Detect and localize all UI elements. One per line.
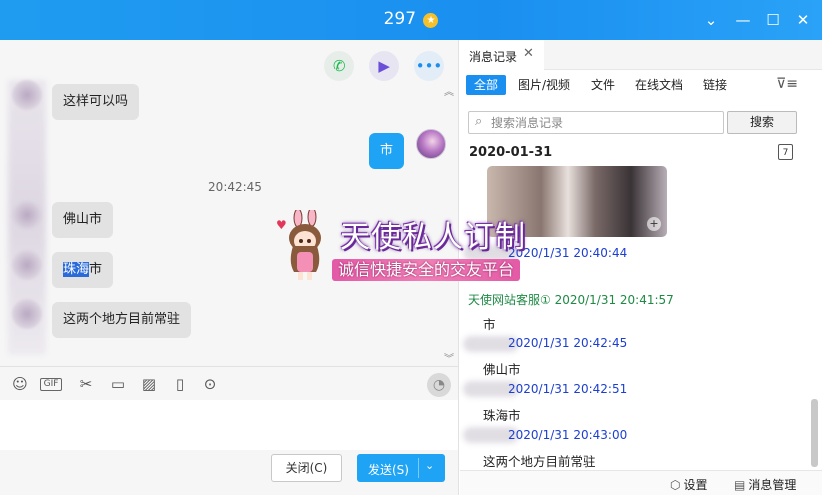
avatar — [12, 250, 42, 280]
send-separator — [418, 458, 419, 478]
close-button[interactable]: 关闭(C) — [271, 454, 342, 482]
panel-footer: ⬡ 设置 ▤ 消息管理 — [460, 470, 822, 495]
message-meta: 2020/1/31 20:42:51 — [508, 382, 628, 396]
avatar — [12, 299, 42, 329]
title-bar: 297 ★ ⌄ — ☐ ✕ — [0, 0, 822, 40]
close-window-button[interactable]: ✕ — [793, 10, 813, 30]
scissors-icon[interactable]: ✂ — [76, 374, 96, 394]
vibrate-icon[interactable]: ▯ — [170, 374, 190, 394]
message-manage-button[interactable]: ▤ 消息管理 — [734, 476, 796, 493]
message-time: 20:42:45 — [208, 180, 262, 194]
filter-docs[interactable]: 在线文档 — [635, 75, 683, 95]
selected-text: 珠海 — [63, 262, 90, 277]
banner-subtitle: 诚信快捷安全的交友平台 — [332, 259, 521, 281]
send-label: 发送(S) — [368, 463, 409, 477]
minimize-button[interactable]: — — [733, 10, 753, 30]
filter-all[interactable]: 全部 — [466, 75, 507, 95]
message-input[interactable] — [0, 400, 458, 450]
search-button[interactable]: 搜索 — [727, 111, 797, 134]
avatar — [12, 80, 42, 110]
history-message: 市 — [483, 317, 496, 332]
message-text: 市 — [89, 262, 103, 277]
zoom-plus-icon[interactable]: + — [647, 217, 661, 231]
window-title-text: 297 — [383, 9, 417, 29]
manage-icon: ▤ — [734, 478, 746, 492]
emoji-icon[interactable]: ☺ — [10, 374, 30, 394]
message-bubble-mine: 市 — [369, 133, 405, 169]
close-icon[interactable]: ✕ — [523, 46, 534, 61]
call-actions: ✆ ▶ ••• — [313, 51, 444, 81]
message-meta: 2020/1/31 20:42:45 — [508, 336, 628, 350]
filter-files[interactable]: 文件 — [591, 75, 615, 95]
divider — [0, 366, 458, 367]
cartoon-girl-icon — [289, 210, 321, 280]
search-field[interactable]: ⌕ — [468, 111, 724, 134]
history-message: 这两个地方目前常驻 — [483, 454, 596, 469]
message-bubble: 佛山市 — [52, 202, 114, 238]
phone-icon[interactable]: ✆ — [324, 51, 355, 81]
filter-links[interactable]: 链接 — [703, 75, 727, 95]
history-filters: 全部 图片/视频 文件 在线文档 链接 ⊽≡ — [460, 74, 822, 96]
settings-button[interactable]: ⬡ 设置 — [670, 476, 708, 493]
calendar-icon[interactable]: 7 — [778, 144, 793, 160]
window-title: 297 ★ — [0, 9, 822, 29]
dropdown-icon[interactable]: ⌄ — [701, 10, 721, 30]
vip-star-icon: ★ — [423, 13, 439, 28]
send-button[interactable]: 发送(S) ⌄ — [357, 454, 445, 482]
more-circle-icon[interactable]: ⊙ — [200, 374, 220, 394]
banner-title: 天使私人订制 — [340, 220, 526, 255]
folder-icon[interactable]: ▭ — [108, 374, 128, 394]
history-date: 2020-01-31 — [469, 145, 553, 160]
panel-tab-bar: 消息记录 ✕ — [460, 40, 822, 70]
maximize-button[interactable]: ☐ — [763, 10, 783, 30]
message-bubble: 这两个地方目前常驻 — [52, 302, 192, 338]
message-meta: 2020/1/31 20:43:00 — [508, 428, 628, 442]
history-message: 珠海市 — [483, 408, 521, 423]
scroll-up-icon[interactable]: ︽ — [444, 83, 454, 98]
image-icon[interactable]: ▨ — [139, 374, 159, 394]
watermark-banner: ♥ 天使私人订制 诚信快捷安全的交友平台 — [272, 210, 552, 284]
more-icon[interactable]: ••• — [414, 51, 444, 81]
filter-media[interactable]: 图片/视频 — [518, 75, 570, 95]
message-meta-sender: 天使网站客服① 2020/1/31 20:41:57 — [468, 293, 674, 307]
tab-history-label: 消息记录 — [469, 50, 518, 64]
message-bubble: 珠海市 — [52, 252, 114, 288]
scroll-down-icon[interactable]: ︾ — [444, 350, 454, 365]
video-icon[interactable]: ▶ — [369, 51, 400, 81]
search-icon: ⌕ — [475, 114, 483, 129]
history-message: 佛山市 — [483, 362, 521, 377]
avatar — [12, 200, 42, 230]
tab-history[interactable]: 消息记录 ✕ — [460, 40, 544, 70]
gear-icon: ⬡ — [670, 478, 681, 492]
gif-icon[interactable]: GIF — [40, 378, 62, 391]
manage-label: 消息管理 — [748, 478, 797, 492]
chevron-down-icon[interactable]: ⌄ — [425, 459, 434, 472]
clock-icon[interactable]: ◔ — [427, 373, 451, 397]
scrollbar-thumb[interactable] — [811, 399, 818, 467]
settings-label: 设置 — [683, 478, 708, 492]
my-avatar — [416, 129, 446, 159]
filter-icon[interactable]: ⊽≡ — [776, 76, 798, 92]
message-bubble: 这样可以吗 — [52, 84, 140, 120]
search-input[interactable] — [491, 114, 719, 131]
